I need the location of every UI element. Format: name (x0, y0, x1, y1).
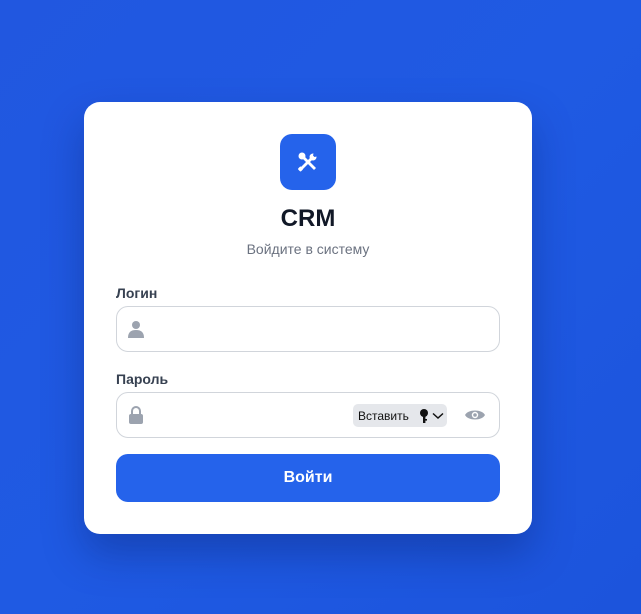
password-label: Пароль (116, 371, 169, 387)
login-label: Логин (116, 285, 158, 301)
chevron-down-icon (432, 412, 444, 419)
page-title: CRM (280, 205, 336, 232)
eye-icon[interactable] (465, 406, 485, 424)
user-icon (128, 321, 144, 338)
login-field[interactable] (116, 306, 500, 353)
login-submit-button[interactable]: Войти (116, 454, 500, 502)
app-logo (280, 134, 336, 190)
lock-icon (129, 406, 143, 424)
tools-icon (298, 152, 317, 172)
login-card: CRM Войдите в систему Логин Пароль Встав… (84, 102, 532, 534)
key-icon (419, 408, 428, 423)
page-subtitle: Войдите в систему (246, 241, 370, 257)
login-input[interactable] (157, 307, 491, 353)
paste-label: Вставить (358, 408, 409, 423)
password-input[interactable] (157, 393, 351, 439)
paste-button[interactable]: Вставить (353, 404, 447, 427)
password-field[interactable]: Вставить (116, 392, 500, 439)
